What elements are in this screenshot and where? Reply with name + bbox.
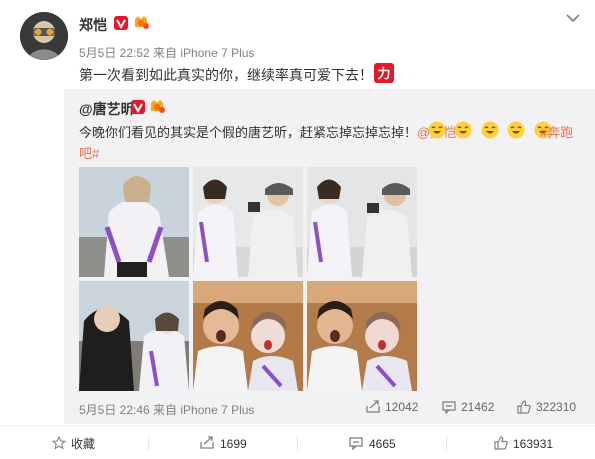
- repost-inner-repost-button[interactable]: 12042: [366, 399, 428, 415]
- repost-photo-1[interactable]: [79, 167, 189, 277]
- emoji-row: [428, 121, 556, 139]
- post-text: 第一次看到如此真实的你，继续率真可爱下去！: [79, 67, 373, 83]
- photo-4-image: [79, 281, 189, 391]
- dropdown-caret-icon[interactable]: [566, 13, 580, 23]
- photo-1-image: [79, 167, 189, 277]
- photo-3-image: [307, 167, 417, 277]
- like-button[interactable]: 163931: [494, 436, 556, 452]
- repost-inner-comment-button[interactable]: 21462: [442, 399, 504, 415]
- verified-badge-icon: [114, 16, 128, 30]
- hashtag-link[interactable]: #奔跑: [540, 125, 573, 140]
- favorite-icon: [52, 436, 66, 450]
- laugh-emoji-icon: [454, 121, 472, 139]
- bar-separator: [297, 436, 298, 450]
- repost-photo-6[interactable]: [307, 281, 417, 391]
- repost-photo-2[interactable]: [193, 167, 303, 277]
- laugh-emoji-icon: [507, 121, 525, 139]
- like-icon: [494, 436, 508, 450]
- repost-verified-badge-icon: [131, 100, 145, 114]
- photo-2-image: [193, 167, 303, 277]
- like-icon: [517, 400, 531, 414]
- repost-inner-like-count: 322310: [536, 400, 577, 414]
- repost-text-body: 今晚你们看见的其实是个假的唐艺昕，赶紧忘掉忘掉忘掉！: [79, 125, 418, 140]
- repost-photo-3[interactable]: [307, 167, 417, 277]
- laugh-emoji-icon: [481, 121, 499, 139]
- repost-author[interactable]: @唐艺昕: [79, 99, 135, 119]
- bar-separator: [148, 436, 149, 450]
- repost-icon: [366, 400, 380, 413]
- repost-icon: [200, 436, 214, 449]
- favorite-label: 收藏: [71, 437, 96, 451]
- level-badge-icon: [135, 16, 149, 29]
- hashtag-start[interactable]: #奔跑: [540, 122, 573, 141]
- repost-text: 今晚你们看见的其实是个假的唐艺昕，赶紧忘掉忘掉忘掉！@郑恺: [79, 122, 456, 141]
- repost-photo-4[interactable]: [79, 281, 189, 391]
- repost-inner-comment-count: 21462: [461, 400, 495, 414]
- repost-inner-repost-count: 12042: [385, 400, 419, 414]
- repost-level-badge-icon: [151, 100, 165, 113]
- comment-icon: [442, 401, 456, 414]
- bar-separator: [446, 436, 447, 450]
- weibo-post: 郑恺 5月5日 22:52 来自 iPhone 7 Plus 第一次看到如此真实…: [0, 0, 595, 459]
- favorite-button[interactable]: 收藏: [52, 436, 98, 452]
- repost-count: 1699: [220, 437, 247, 451]
- comment-button[interactable]: 4665: [349, 436, 399, 452]
- repost-meta: 5月5日 22:46 来自 iPhone 7 Plus: [79, 403, 255, 417]
- comment-count: 4665: [369, 437, 396, 451]
- hashtag-link-end[interactable]: 吧#: [79, 146, 99, 161]
- li-emoji-glyph: 力: [377, 66, 390, 82]
- repost-button[interactable]: 1699: [200, 436, 250, 452]
- post-meta: 5月5日 22:52 来自 iPhone 7 Plus: [79, 46, 255, 60]
- comment-icon: [349, 437, 363, 450]
- laugh-emoji-icon: [428, 121, 446, 139]
- photo-5-image: [193, 281, 303, 391]
- repost-photo-5[interactable]: [193, 281, 303, 391]
- repost-text-line2: 吧#: [79, 143, 99, 162]
- author-avatar[interactable]: [20, 12, 68, 60]
- repost-inner-like-button[interactable]: 322310: [517, 399, 587, 415]
- author-name[interactable]: 郑恺: [79, 15, 107, 35]
- li-emoji-icon: 力: [374, 63, 394, 83]
- like-count: 163931: [513, 437, 554, 451]
- avatar-image: [20, 12, 68, 60]
- photo-6-image: [307, 281, 417, 391]
